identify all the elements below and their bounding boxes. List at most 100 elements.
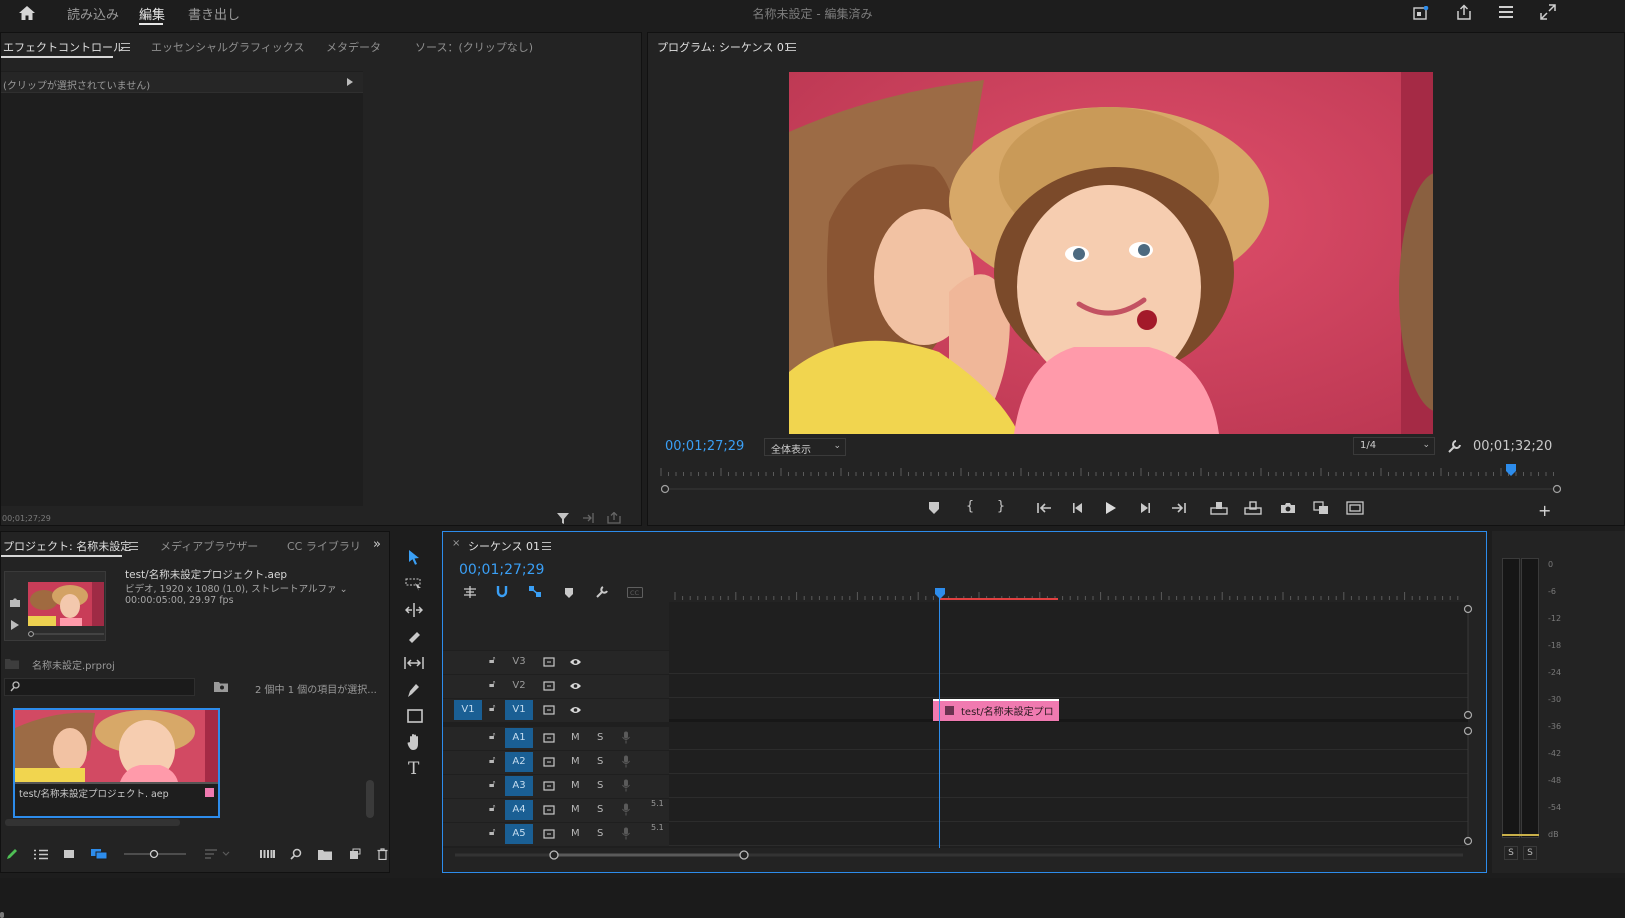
poster-frame-camera-icon[interactable] xyxy=(9,598,21,608)
horizontal-scrollbar[interactable] xyxy=(5,819,180,826)
add-marker-button[interactable] xyxy=(928,501,940,515)
filter-icon[interactable] xyxy=(557,512,569,524)
track-label-a2[interactable]: A2 xyxy=(505,752,533,772)
search-input[interactable] xyxy=(4,678,195,696)
freeform-view-icon[interactable] xyxy=(90,848,108,860)
go-to-out-button[interactable] xyxy=(1170,502,1186,514)
automate-to-sequence-icon[interactable] xyxy=(260,849,275,859)
mark-in-button[interactable]: { xyxy=(958,499,982,514)
sync-lock-icon[interactable] xyxy=(543,781,555,791)
lock-icon[interactable]: 🔓︎ xyxy=(489,779,495,790)
program-playhead[interactable] xyxy=(1506,464,1516,476)
camera-icon[interactable] xyxy=(1280,502,1296,514)
vertical-scrollbar[interactable] xyxy=(366,780,374,818)
meter-solo-right[interactable]: S xyxy=(1523,846,1537,860)
program-time-ruler[interactable] xyxy=(659,464,1559,476)
sync-lock-icon[interactable] xyxy=(543,681,555,691)
workspaces-icon[interactable] xyxy=(1498,5,1514,19)
panel-menu-icon[interactable] xyxy=(121,43,130,51)
solo-button[interactable]: S xyxy=(597,828,603,839)
wrench-icon[interactable] xyxy=(1447,440,1461,454)
track-label-v2[interactable]: V2 xyxy=(505,676,533,696)
tab-project[interactable]: プロジェクト: 名称未設定 xyxy=(3,538,131,554)
hand-tool-icon[interactable] xyxy=(407,733,423,751)
timeline-settings-wrench-icon[interactable] xyxy=(595,586,608,599)
track-label-a5[interactable]: A5 xyxy=(505,824,533,844)
project-item-thumbnail[interactable]: test/名称未設定プロジェクト. aep xyxy=(13,708,220,818)
add-marker-icon[interactable] xyxy=(564,587,574,599)
step-forward-button[interactable] xyxy=(1139,502,1151,514)
new-item-icon[interactable] xyxy=(349,848,361,860)
mic-icon[interactable] xyxy=(622,731,630,744)
mute-button[interactable]: M xyxy=(571,804,580,815)
compare-view-button[interactable] xyxy=(1313,501,1329,515)
preview-play-icon[interactable] xyxy=(11,620,19,630)
track-label-a4[interactable]: A4 xyxy=(505,800,533,820)
project-menu-icon[interactable] xyxy=(129,542,138,550)
sync-lock-icon[interactable] xyxy=(543,657,555,667)
lift-button[interactable] xyxy=(1210,501,1228,515)
eye-icon[interactable] xyxy=(569,681,582,691)
tab-metadata[interactable]: メタデータ xyxy=(326,39,381,55)
sequence-menu-icon[interactable] xyxy=(542,542,551,550)
share-icon[interactable] xyxy=(1456,4,1472,20)
timeline-current-time[interactable]: 00;01;27;29 xyxy=(459,562,544,578)
preview-scrubber[interactable] xyxy=(28,631,104,637)
program-current-time[interactable]: 00;01;27;29 xyxy=(665,439,744,454)
add-button-icon[interactable]: + xyxy=(1538,501,1551,520)
lock-icon[interactable]: 🔓︎ xyxy=(489,803,495,814)
slip-tool-icon[interactable] xyxy=(404,656,424,670)
fullscreen-icon[interactable] xyxy=(1540,4,1556,20)
eye-icon[interactable] xyxy=(569,657,582,667)
chevron-down-icon[interactable]: ⌄ xyxy=(340,584,348,595)
timeline-zoom-scrollbar[interactable] xyxy=(455,849,1465,861)
mic-icon[interactable] xyxy=(622,803,630,816)
program-menu-icon[interactable] xyxy=(787,43,796,51)
find-bin-icon[interactable] xyxy=(214,681,228,692)
timeline-time-ruler[interactable] xyxy=(673,588,1463,600)
more-panels-icon[interactable]: » xyxy=(373,537,381,552)
extract-button[interactable] xyxy=(1244,501,1262,515)
track-label-a3[interactable]: A3 xyxy=(505,776,533,796)
captions-icon[interactable]: CC xyxy=(627,587,643,598)
lock-icon[interactable]: 🔓︎ xyxy=(489,731,495,742)
icon-view-icon[interactable] xyxy=(63,849,75,860)
find-icon[interactable] xyxy=(290,848,302,860)
track-label-v3[interactable]: V3 xyxy=(505,652,533,672)
trash-icon[interactable] xyxy=(377,848,388,860)
lock-icon[interactable]: 🔓︎ xyxy=(489,755,495,766)
safe-margins-button[interactable] xyxy=(1346,501,1364,515)
video-vscroll[interactable] xyxy=(1463,604,1473,720)
snap-magnet-icon[interactable] xyxy=(496,585,508,598)
play-button[interactable] xyxy=(1105,501,1117,515)
solo-button[interactable]: S xyxy=(597,804,603,815)
step-back-button[interactable] xyxy=(1072,502,1084,514)
sync-lock-icon[interactable] xyxy=(543,733,555,743)
quick-export-icon[interactable] xyxy=(1413,6,1429,20)
track-select-tool-icon[interactable] xyxy=(405,577,423,591)
mute-button[interactable]: M xyxy=(571,756,580,767)
label-color-swatch[interactable] xyxy=(205,788,214,797)
program-monitor-title[interactable]: プログラム: シーケンス 01 xyxy=(657,39,791,55)
mute-button[interactable]: M xyxy=(571,732,580,743)
linked-selection-icon[interactable] xyxy=(528,585,542,598)
mark-out-button[interactable]: } xyxy=(989,499,1013,514)
sequence-tab[interactable]: シーケンス 01 xyxy=(468,538,540,554)
meter-solo-left[interactable]: S xyxy=(1504,846,1518,860)
solo-button[interactable]: S xyxy=(597,780,603,791)
program-video-frame[interactable] xyxy=(789,72,1433,434)
solo-button[interactable]: S xyxy=(597,756,603,767)
zoom-slider[interactable] xyxy=(123,849,187,859)
video-clip[interactable]: test/名称未設定プロ xyxy=(933,699,1059,721)
go-to-in-button[interactable] xyxy=(1037,502,1053,514)
solo-button[interactable]: S xyxy=(597,732,603,743)
resolution-dropdown[interactable]: 1/4 ⌄ xyxy=(1353,437,1435,455)
timeline-playhead-handle[interactable] xyxy=(935,588,945,599)
tab-effect-controls[interactable]: エフェクトコントロール xyxy=(3,39,124,55)
selection-tool-icon[interactable] xyxy=(407,549,421,565)
source-patch-v1[interactable]: V1 xyxy=(454,700,482,720)
pencil-icon[interactable] xyxy=(6,848,18,860)
ripple-edit-tool-icon[interactable] xyxy=(405,603,423,617)
new-bin-icon[interactable] xyxy=(318,849,332,860)
lock-icon[interactable]: 🔓︎ xyxy=(489,703,495,714)
